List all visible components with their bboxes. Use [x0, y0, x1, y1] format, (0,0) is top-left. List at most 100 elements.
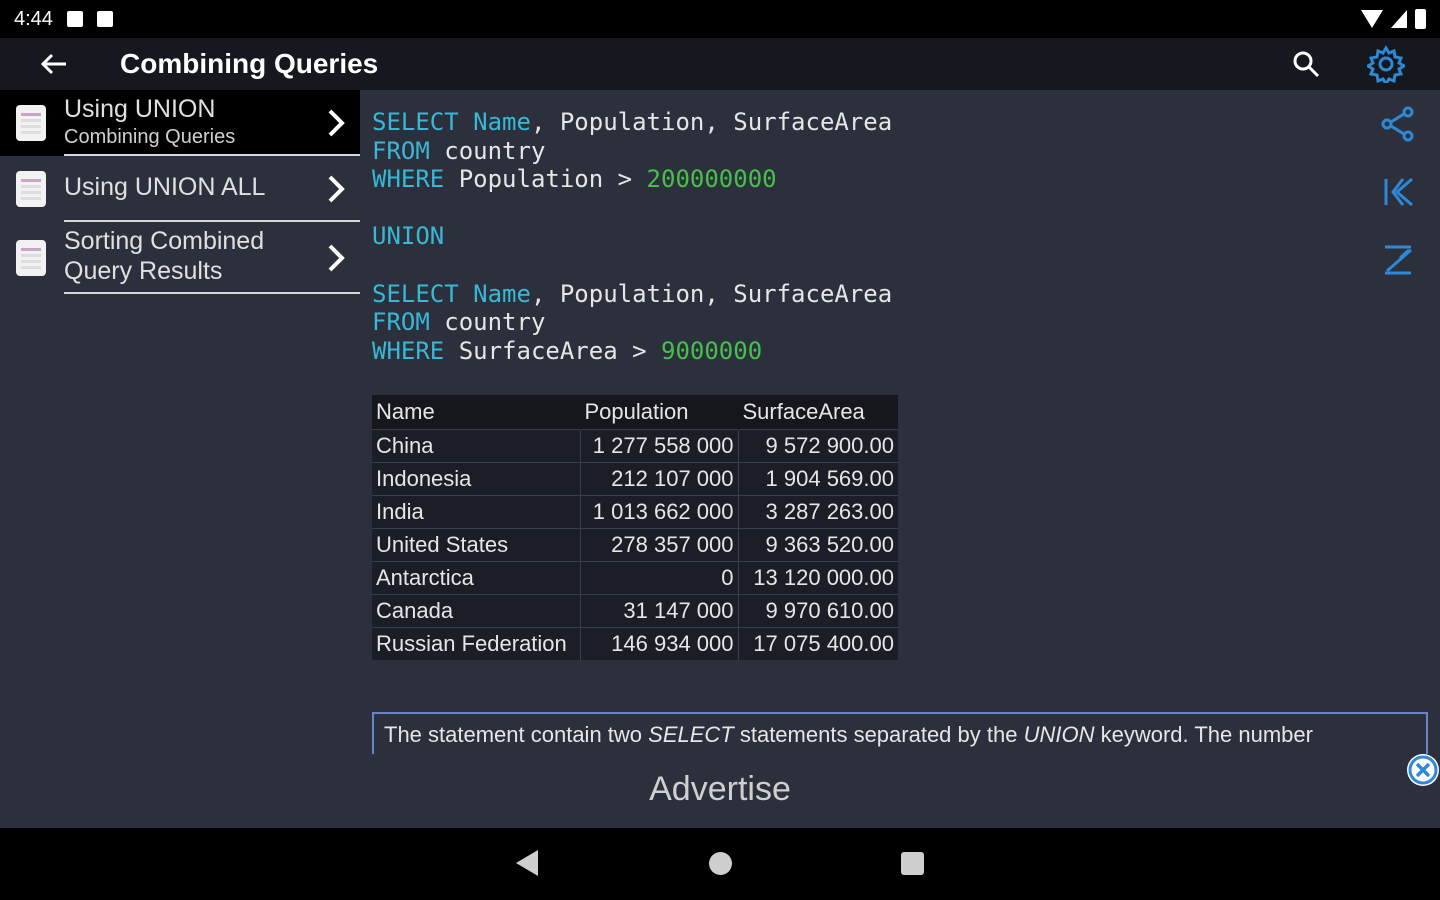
keyword: SELECT — [372, 279, 459, 308]
table-row: Antarctica 0 13 120 000.00 — [372, 560, 898, 594]
document-icon — [16, 171, 46, 207]
table-cell: 146 934 000 — [579, 626, 738, 660]
table-row: Indonesia 212 107 000 1 904 569.00 — [372, 461, 898, 495]
close-circle-icon — [1408, 755, 1438, 785]
document-icon — [16, 105, 46, 141]
sidebar-item-label: Using UNION ALL — [64, 173, 266, 201]
app-bar: Combining Queries — [0, 38, 1440, 90]
table-cell: 17 075 400.00 — [737, 626, 898, 660]
keyword: WHERE — [372, 165, 445, 194]
description-part: statements separated by the — [733, 722, 1024, 747]
square-recents-icon[interactable] — [901, 852, 924, 875]
search-button[interactable] — [1288, 46, 1324, 82]
table-cell: Antarctica — [372, 560, 580, 594]
sidebar-item-using-union-all[interactable]: Using UNION ALL — [0, 156, 360, 222]
divider — [64, 292, 360, 294]
table-cell: India — [372, 494, 580, 528]
back-button[interactable] — [36, 46, 72, 82]
table-row: United States 278 357 000 9 363 520.00 — [372, 527, 898, 561]
keyword: FROM — [372, 308, 430, 337]
keyword: Name — [473, 279, 531, 308]
battery-icon — [1415, 9, 1426, 29]
sql-code-block: SELECT Name, Population, SurfaceArea FRO… — [372, 108, 892, 365]
last-page-button[interactable] — [1376, 238, 1420, 282]
table-cell: China — [372, 428, 580, 462]
wifi-icon — [1361, 10, 1383, 28]
sidebar-item-using-union[interactable]: Using UNION Combining Queries — [0, 90, 360, 156]
table-row: India 1 013 662 000 3 287 263.00 — [372, 494, 898, 528]
keyword: WHERE — [372, 336, 445, 365]
description-emphasis: SELECT — [648, 722, 734, 747]
table-cell: United States — [372, 527, 580, 561]
code-text: Population > — [444, 165, 647, 194]
table-cell: 3 287 263.00 — [737, 494, 898, 528]
description-emphasis: UNION — [1023, 722, 1095, 747]
sidebar-item-label: Sorting Combined — [64, 227, 265, 255]
number-literal: 200000000 — [646, 165, 777, 194]
table-cell: 1 013 662 000 — [579, 494, 738, 528]
table-cell: 13 120 000.00 — [737, 560, 898, 594]
column-header: Population — [579, 395, 738, 429]
table-header-row: Name Population SurfaceArea — [372, 395, 898, 429]
table-cell: 0 — [579, 560, 738, 594]
table-row: Canada 31 147 000 9 970 610.00 — [372, 593, 898, 627]
sidebar-item-sorting-combined[interactable]: Sorting Combined Query Results — [0, 222, 360, 294]
column-header: Name — [372, 395, 580, 429]
sidebar-item-label-line2: Query Results — [64, 257, 223, 285]
keyword: SELECT — [372, 108, 459, 136]
skip-last-icon — [1385, 245, 1412, 275]
description-part: keyword. The number — [1094, 722, 1313, 747]
number-literal: 9000000 — [661, 336, 763, 365]
table-cell: 212 107 000 — [579, 461, 738, 495]
status-bar: 4:44 — [0, 0, 1440, 38]
keyword: Name — [473, 108, 531, 136]
code-text: , Population, SurfaceArea — [530, 108, 893, 136]
search-icon — [1293, 51, 1320, 78]
status-right — [1361, 9, 1426, 29]
table-cell: 9 572 900.00 — [737, 428, 898, 462]
table-cell: Indonesia — [372, 461, 580, 495]
share-button[interactable] — [1376, 102, 1420, 146]
share-icon — [1381, 106, 1414, 142]
arrow-left-icon — [40, 53, 66, 75]
chevron-right-icon — [328, 175, 345, 203]
skip-first-icon — [1384, 177, 1413, 207]
table-row: Russian Federation 146 934 000 17 075 400.… — [372, 626, 898, 660]
table-cell: 1 277 558 000 — [579, 428, 738, 462]
table-cell: 9 970 610.00 — [737, 593, 898, 627]
table-cell: 1 904 569.00 — [737, 461, 898, 495]
ad-close-button[interactable] — [1407, 754, 1439, 786]
code-text: , Population, SurfaceArea — [530, 279, 893, 308]
keyword: FROM — [372, 136, 430, 165]
code-text: country — [429, 308, 546, 337]
chevron-right-icon — [328, 109, 345, 137]
description-text: The statement contain two SELECT stateme… — [372, 712, 1428, 754]
table-cell: 278 357 000 — [579, 527, 738, 561]
cell-signal-icon — [1391, 10, 1407, 28]
circle-home-icon[interactable] — [709, 852, 732, 875]
gear-icon — [1367, 45, 1405, 83]
first-page-button[interactable] — [1376, 170, 1420, 214]
code-text: country — [429, 136, 546, 165]
document-icon — [16, 240, 46, 276]
sd-card-icon — [96, 11, 113, 27]
ad-banner[interactable]: Advertise — [0, 770, 1440, 809]
triangle-back-icon[interactable] — [516, 850, 538, 876]
chevron-right-icon — [328, 244, 345, 272]
sidebar-item-label: Using UNION — [64, 95, 216, 123]
table-cell: Russian Federation — [372, 626, 580, 660]
status-time: 4:44 — [14, 7, 53, 30]
table-row: China 1 277 558 000 9 572 900.00 — [372, 428, 898, 462]
system-nav-bar — [0, 828, 1440, 900]
sidebar-item-sublabel: Combining Queries — [64, 126, 236, 148]
column-header: SurfaceArea — [737, 395, 898, 429]
table-cell: 31 147 000 — [579, 593, 738, 627]
notification-icon — [66, 11, 83, 27]
result-table: Name Population SurfaceArea China 1 277 5… — [372, 395, 898, 660]
keyword: UNION — [372, 222, 445, 251]
settings-button[interactable] — [1364, 42, 1408, 86]
code-text: SurfaceArea > — [444, 336, 661, 365]
description-part: The statement contain two — [384, 722, 649, 747]
page-title: Combining Queries — [120, 48, 379, 79]
table-cell: 9 363 520.00 — [737, 527, 898, 561]
